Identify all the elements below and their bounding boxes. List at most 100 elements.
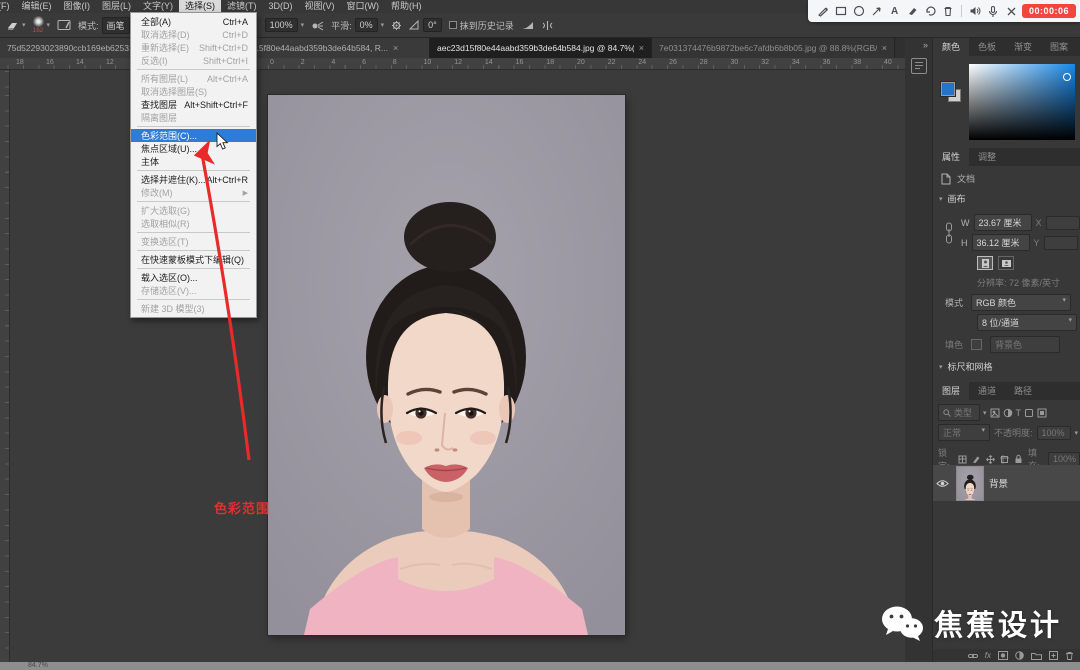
color-picker-gradient[interactable] [969,64,1075,140]
menu-item-全部-A-[interactable]: 全部(A)Ctrl+A [131,15,256,28]
marker-icon[interactable] [906,3,920,19]
menubar-item-10[interactable]: 帮助(H) [385,0,428,13]
microphone-icon[interactable] [986,3,1000,19]
properties-tab-1[interactable]: 调整 [969,148,1005,166]
text-icon[interactable]: A [888,3,902,19]
layers-tab-2[interactable]: 路径 [1005,382,1041,400]
color-swatches[interactable] [941,82,963,104]
lock-transparent-icon[interactable] [958,455,967,464]
orientation-landscape-button[interactable] [998,256,1014,270]
menu-item-在快速蒙板模式下编辑-Q-[interactable]: 在快速蒙板模式下编辑(Q) [131,253,256,266]
bit-depth-dropdown[interactable]: 8 位/通道▾ [977,314,1077,331]
tab-close-icon[interactable]: × [639,43,644,53]
menu-item-焦点区域-U-[interactable]: 焦点区域(U)... [131,142,256,155]
layer-effects-icon[interactable]: fx [985,651,991,660]
document-image-portrait[interactable] [268,95,625,635]
layer-name[interactable]: 背景 [989,476,1008,490]
document-tab-2[interactable]: aec23d15f80e44aabd359b3de64b584.jpg @ 84… [430,38,652,58]
eraser-tool-preset[interactable]: ▾ [6,20,26,31]
brush-angle-control[interactable]: 0° [409,18,442,32]
filter-pixel-icon[interactable] [990,408,1000,418]
lock-artboard-icon[interactable] [1000,455,1009,464]
smoothing-gear-icon[interactable] [391,20,402,31]
y-field[interactable] [1044,236,1078,250]
arrow-icon[interactable] [870,3,884,19]
layer-fill-field[interactable]: 100% [1048,452,1080,466]
rectangle-icon[interactable] [834,3,848,19]
pencil-icon[interactable] [816,3,830,19]
collapse-panels-icon[interactable]: » [905,38,932,52]
document-tab-3[interactable]: 7e031374476b9872be6c7afdb6b8b05.jpg @ 88… [652,38,895,58]
opacity-field[interactable]: 100% [1037,426,1071,440]
speaker-icon[interactable] [968,3,982,19]
delete-layer-icon[interactable] [1065,651,1074,660]
color-picker-cursor[interactable] [1063,73,1071,81]
color-mode-dropdown[interactable]: RGB 颜色▾ [971,294,1071,311]
layer-visibility-eye-icon[interactable] [933,479,951,488]
orientation-portrait-button[interactable] [977,256,993,270]
menubar-item-1[interactable]: 编辑(E) [16,0,58,13]
tab-close-icon[interactable]: × [393,43,398,53]
layers-tab-1[interactable]: 通道 [969,382,1005,400]
airbrush-icon[interactable] [311,20,324,31]
color-tab-2[interactable]: 渐变 [1005,38,1041,56]
vertical-ruler[interactable] [0,70,10,662]
flow-control[interactable]: 100%▾ [265,18,305,32]
properties-tab-0[interactable]: 属性 [933,148,969,166]
menu-item-选择并遮住-K-[interactable]: 选择并遮住(K)...Alt+Ctrl+R [131,173,256,186]
blend-mode-dropdown[interactable]: 正常▾ [938,424,990,441]
menubar-item-8[interactable]: 视图(V) [299,0,341,13]
history-panel-icon[interactable] [911,58,927,74]
lock-pixels-icon[interactable] [972,455,981,464]
pressure-opacity-icon[interactable] [521,20,534,31]
menu-item-主体[interactable]: 主体 [131,155,256,168]
lock-all-icon[interactable] [1014,454,1023,464]
filter-adjustment-icon[interactable] [1003,408,1013,418]
erase-to-history-checkbox[interactable]: 抹到历史记录 [449,19,514,32]
menu-item-载入选区-O-[interactable]: 载入选区(O)... [131,271,256,284]
smoothing-control[interactable]: 平滑: 0%▾ [331,18,384,32]
new-layer-icon[interactable] [1049,651,1058,660]
mode-control[interactable]: 模式: 画笔 [78,17,130,34]
layer-thumbnail[interactable] [957,467,983,500]
zoom-level[interactable]: 84.7% [28,662,48,669]
width-field[interactable]: 23.67 厘米 [974,214,1032,231]
rulers-grids-section-header[interactable]: ▾标尺和网格 [939,360,993,373]
adjustment-layer-icon[interactable] [1015,651,1024,660]
height-field[interactable]: 36.12 厘米 [972,234,1030,251]
color-tab-0[interactable]: 颜色 [933,38,969,56]
menu-item-色彩范围-C-[interactable]: 色彩范围(C)... [131,129,256,142]
undo-icon[interactable] [924,3,938,19]
layer-filter-search[interactable]: 类型 [938,404,980,421]
menubar-item-7[interactable]: 3D(D) [263,0,299,13]
ellipse-icon[interactable] [852,3,866,19]
brush-preset-picker[interactable]: 162 ▾ [33,16,51,35]
color-tab-3[interactable]: 图案 [1041,38,1077,56]
link-dimensions-icon[interactable] [945,222,953,244]
filter-shape-icon[interactable] [1024,408,1034,418]
trash-icon[interactable] [941,3,955,19]
menubar-item-0[interactable]: 文件(F) [0,0,16,13]
new-group-icon[interactable] [1031,652,1042,660]
foreground-color-swatch[interactable] [941,82,955,96]
fill-swatch[interactable] [971,339,982,350]
menubar-item-9[interactable]: 窗口(W) [341,0,386,13]
tab-close-icon[interactable]: × [882,43,887,53]
layer-mask-icon[interactable] [998,651,1008,660]
toggle-brush-panel-icon[interactable] [57,19,71,31]
link-layers-icon[interactable] [968,652,978,660]
menu-item-查找图层[interactable]: 查找图层Alt+Shift+Ctrl+F [131,98,256,111]
layers-tab-0[interactable]: 图层 [933,382,969,400]
menubar-item-2[interactable]: 图像(I) [58,0,97,13]
symmetry-icon[interactable] [541,20,554,31]
lock-position-icon[interactable] [986,455,995,464]
color-tab-1[interactable]: 色板 [969,38,1005,56]
layer-row-background[interactable]: 背景 [933,465,1080,501]
filter-type-icon[interactable]: T [1016,408,1022,418]
canvas-section-header[interactable]: ▾画布 [939,192,966,205]
x-field[interactable] [1046,216,1080,230]
filter-smart-object-icon[interactable] [1037,408,1047,418]
fill-dropdown[interactable]: 背景色 [990,336,1060,353]
checkbox-icon [449,21,457,29]
close-icon[interactable] [1004,3,1018,19]
